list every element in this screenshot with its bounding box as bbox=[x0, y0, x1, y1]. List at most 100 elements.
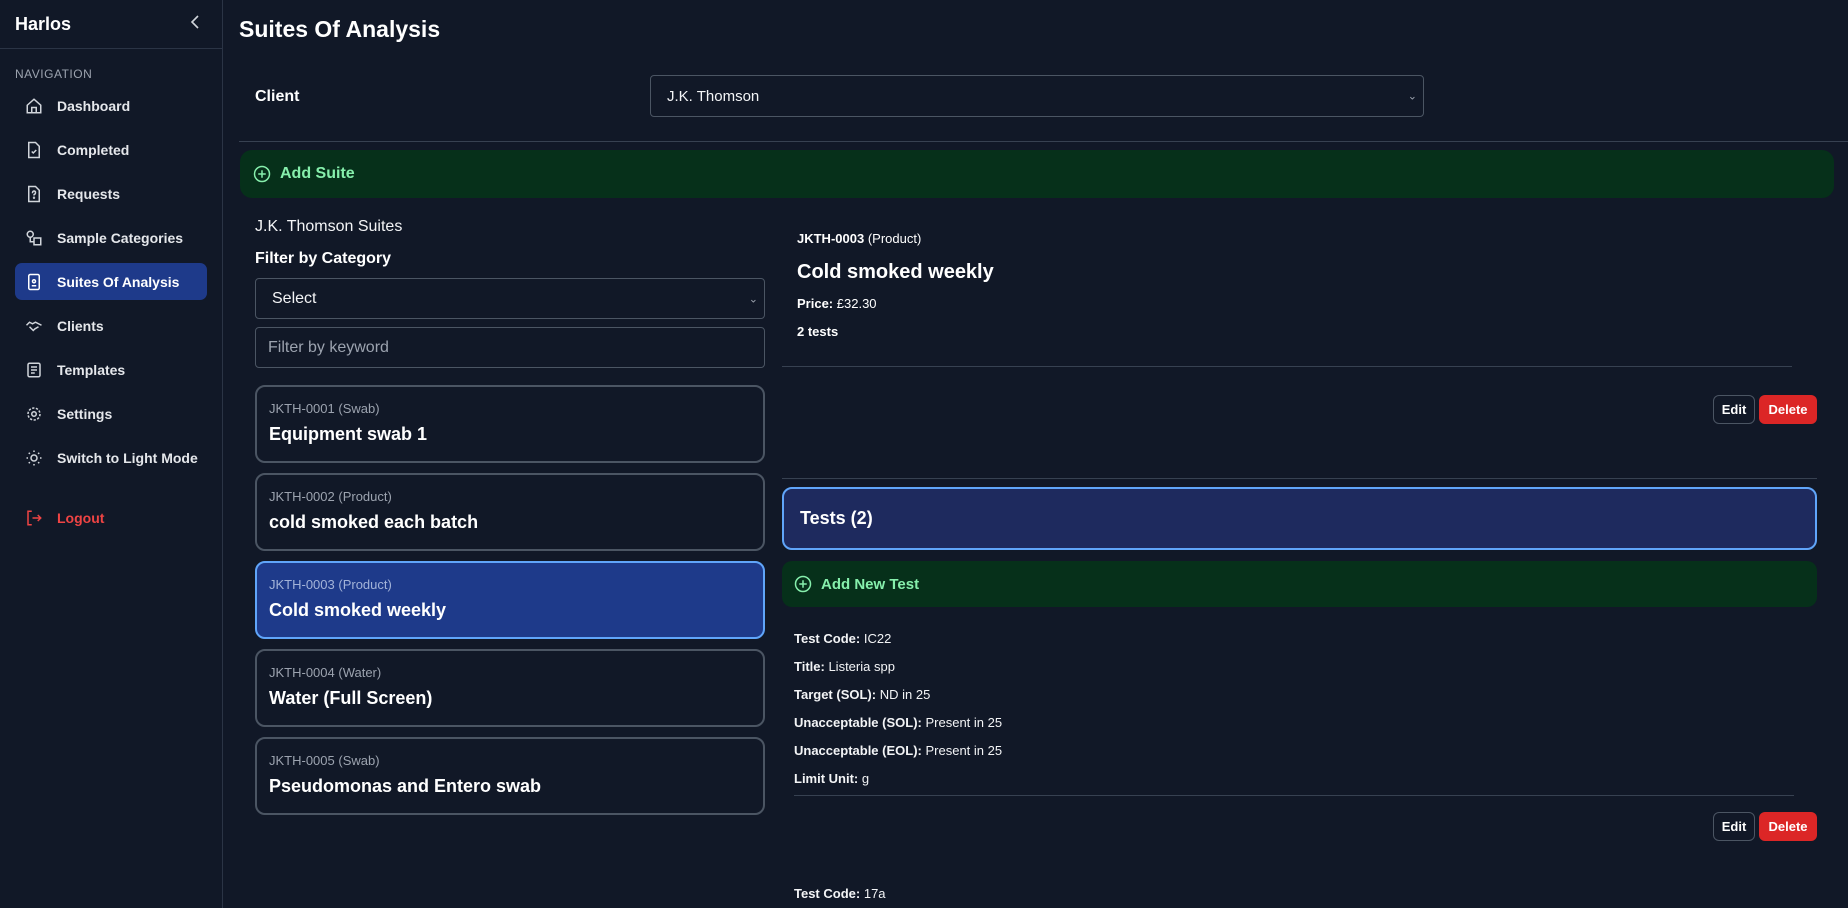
test-count: 2 tests bbox=[797, 324, 839, 339]
client-select[interactable]: J.K. Thomson ⌄ bbox=[650, 75, 1424, 117]
edit-test-button[interactable]: Edit bbox=[1713, 812, 1755, 841]
delete-suite-button[interactable]: Delete bbox=[1759, 395, 1817, 424]
suite-code: JKTH-0004 (Water) bbox=[269, 665, 382, 680]
divider bbox=[239, 141, 1848, 142]
shapes-icon bbox=[25, 229, 43, 247]
divider bbox=[794, 795, 1794, 796]
divider bbox=[782, 478, 1817, 479]
sidebar-item-label: Completed bbox=[57, 141, 130, 158]
detail-price: Price: £32.30 bbox=[797, 296, 877, 311]
sidebar-item-requests[interactable]: Requests bbox=[15, 175, 207, 212]
test-limit-unit: Limit Unit: g bbox=[794, 769, 1002, 797]
file-check-icon bbox=[25, 141, 43, 159]
field-value: ND in 25 bbox=[879, 687, 931, 702]
sidebar-item-sample-categories[interactable]: Sample Categories bbox=[15, 219, 207, 256]
field-label: Title: bbox=[794, 659, 825, 674]
sun-icon bbox=[25, 449, 43, 467]
field-value: 17a bbox=[863, 886, 886, 901]
gear-icon bbox=[25, 405, 43, 423]
test-item: Test Code: IC22 Title: Listeria spp Targ… bbox=[794, 629, 1002, 797]
main-content: Suites Of Analysis Client J.K. Thomson ⌄… bbox=[224, 0, 1848, 908]
brand-name: Harlos bbox=[15, 13, 72, 34]
home-icon bbox=[25, 97, 43, 115]
detail-code-id: JKTH-0003 bbox=[797, 231, 865, 246]
field-label: Target (SOL): bbox=[794, 687, 877, 702]
suite-card[interactable]: JKTH-0002 (Product) cold smoked each bat… bbox=[255, 473, 765, 551]
detail-title: Cold smoked weekly bbox=[797, 261, 994, 283]
sidebar-item-label: Clients bbox=[57, 317, 104, 334]
suite-list: JKTH-0001 (Swab) Equipment swab 1 JKTH-0… bbox=[255, 385, 765, 825]
logout-label: Logout bbox=[57, 509, 105, 526]
sidebar-item-clients[interactable]: Clients bbox=[15, 307, 207, 344]
sidebar-item-label: Requests bbox=[57, 185, 121, 202]
suites-heading: J.K. Thomson Suites bbox=[255, 218, 403, 235]
suite-card[interactable]: JKTH-0005 (Swab) Pseudomonas and Entero … bbox=[255, 737, 765, 815]
add-suite-button[interactable]: Add Suite bbox=[240, 150, 1834, 198]
add-new-test-button[interactable]: Add New Test bbox=[782, 561, 1817, 607]
field-value: IC22 bbox=[863, 631, 892, 646]
field-label: Unacceptable (SOL): bbox=[794, 715, 922, 730]
sidebar-item-light-mode[interactable]: Switch to Light Mode bbox=[15, 439, 207, 476]
sidebar-item-label: Suites Of Analysis bbox=[57, 273, 180, 290]
detail-code: JKTH-0003 (Product) bbox=[797, 231, 921, 246]
field-value: Present in 25 bbox=[925, 715, 1003, 730]
field-label: Limit Unit: bbox=[794, 771, 859, 786]
chevron-down-icon: ⌄ bbox=[1407, 90, 1417, 103]
sidebar-item-label: Sample Categories bbox=[57, 229, 184, 246]
chevron-down-icon: ⌄ bbox=[748, 293, 758, 305]
suite-name: Water (Full Screen) bbox=[269, 688, 433, 708]
suite-card[interactable]: JKTH-0004 (Water) Water (Full Screen) bbox=[255, 649, 765, 727]
tests-accordion-header[interactable]: Tests (2) bbox=[782, 487, 1817, 550]
test-target: Target (SOL): ND in 25 bbox=[794, 685, 1002, 713]
field-label: Test Code: bbox=[794, 886, 861, 901]
nav-heading: NAVIGATION bbox=[15, 67, 93, 81]
suite-card[interactable]: JKTH-0001 (Swab) Equipment swab 1 bbox=[255, 385, 765, 463]
test-code: Test Code: 17a bbox=[794, 884, 886, 908]
suite-card-selected[interactable]: JKTH-0003 (Product) Cold smoked weekly bbox=[255, 561, 765, 639]
client-select-value: J.K. Thomson bbox=[667, 87, 760, 105]
field-label: Test Code: bbox=[794, 631, 861, 646]
suite-name: Cold smoked weekly bbox=[269, 600, 447, 620]
page-title: Suites Of Analysis bbox=[239, 16, 441, 42]
sidebar-item-label: Switch to Light Mode bbox=[57, 449, 198, 466]
client-label: Client bbox=[255, 88, 300, 105]
keyword-filter-input[interactable] bbox=[255, 327, 765, 368]
sidebar-item-completed[interactable]: Completed bbox=[15, 131, 207, 168]
test-item: Test Code: 17a bbox=[794, 884, 886, 908]
add-suite-label: Add Suite bbox=[280, 165, 355, 182]
divider bbox=[782, 366, 1792, 367]
price-label: Price: bbox=[797, 296, 834, 311]
field-value: Present in 25 bbox=[925, 743, 1003, 758]
sidebar: Harlos NAVIGATION Dashboard Completed Re… bbox=[0, 0, 223, 908]
handshake-icon bbox=[25, 317, 43, 335]
delete-test-button[interactable]: Delete bbox=[1759, 812, 1817, 841]
sidebar-item-label: Settings bbox=[57, 405, 113, 422]
test-title: Title: Listeria spp bbox=[794, 657, 1002, 685]
sidebar-item-settings[interactable]: Settings bbox=[15, 395, 207, 432]
sidebar-item-suites-of-analysis[interactable]: Suites Of Analysis bbox=[15, 263, 207, 300]
category-select-value: Select bbox=[272, 289, 317, 307]
suite-code: JKTH-0002 (Product) bbox=[269, 489, 392, 504]
suite-code: JKTH-0003 (Product) bbox=[269, 577, 392, 592]
category-select[interactable]: Select ⌄ bbox=[255, 278, 765, 319]
field-value: Listeria spp bbox=[828, 659, 895, 674]
suite-name: Pseudomonas and Entero swab bbox=[269, 776, 542, 796]
add-test-label: Add New Test bbox=[821, 575, 920, 593]
sidebar-item-label: Dashboard bbox=[57, 97, 131, 114]
price-value: £32.30 bbox=[836, 296, 877, 311]
collapse-sidebar-icon[interactable] bbox=[190, 14, 200, 34]
filter-category-label: Filter by Category bbox=[255, 250, 392, 267]
suite-code: JKTH-0005 (Swab) bbox=[269, 753, 380, 768]
sidebar-item-dashboard[interactable]: Dashboard bbox=[15, 87, 207, 124]
file-question-icon bbox=[25, 185, 43, 203]
brand-row: Harlos bbox=[0, 0, 222, 49]
plus-circle-icon bbox=[253, 165, 271, 183]
sidebar-item-label: Templates bbox=[57, 361, 126, 378]
suite-name: cold smoked each batch bbox=[269, 512, 479, 532]
sidebar-item-templates[interactable]: Templates bbox=[15, 351, 207, 388]
detail-category: (Product) bbox=[867, 231, 922, 246]
logout-button[interactable]: Logout bbox=[15, 499, 207, 536]
edit-suite-button[interactable]: Edit bbox=[1713, 395, 1755, 424]
test-code: Test Code: IC22 bbox=[794, 629, 1002, 657]
suite-code: JKTH-0001 (Swab) bbox=[269, 401, 380, 416]
